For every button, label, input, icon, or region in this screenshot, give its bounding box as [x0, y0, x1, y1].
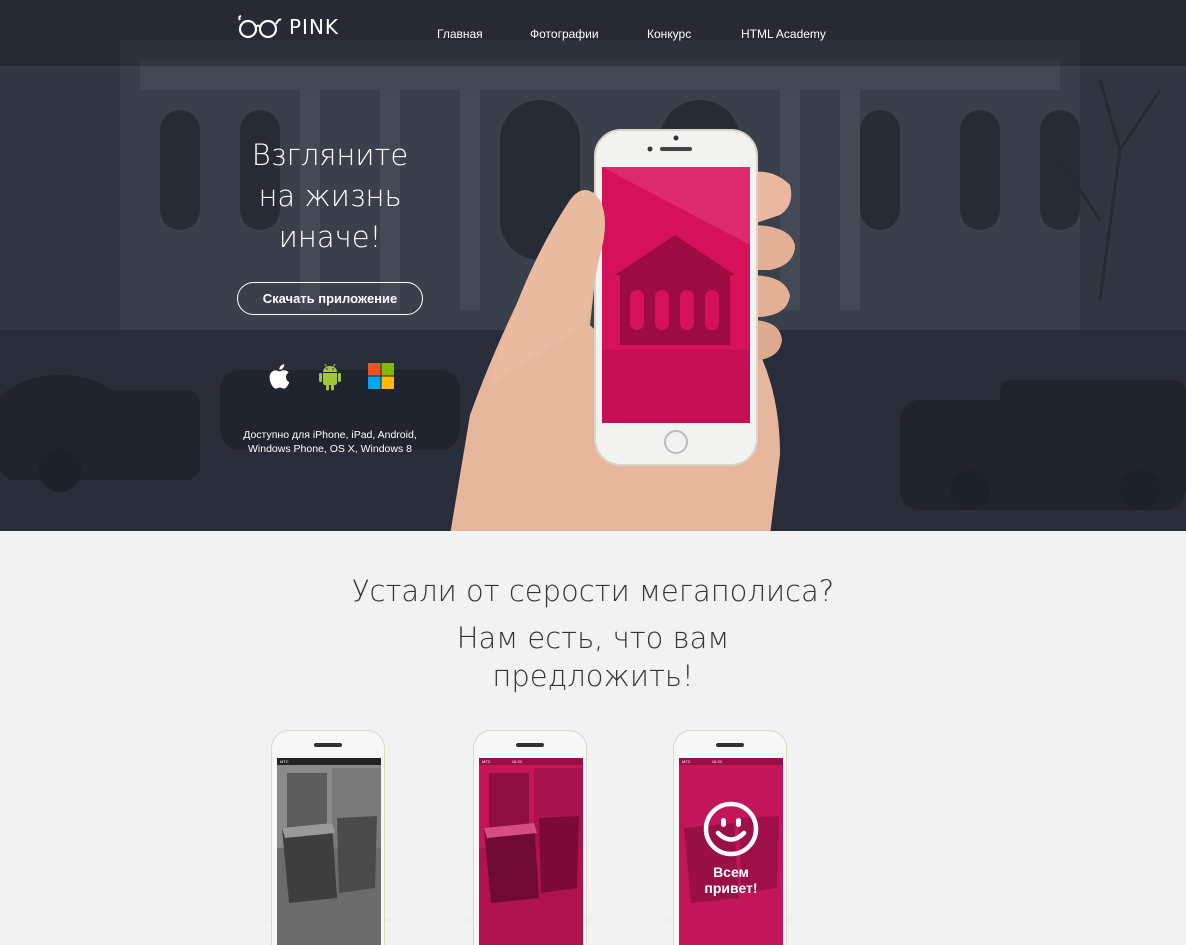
site-header: PINK Главная Фотографии Конкурс HTML Aca… [0, 0, 1186, 66]
promo-title: Устали от серости мегаполиса? [351, 574, 835, 608]
phone-speaker [716, 743, 744, 747]
glasses-logo-icon [238, 15, 282, 39]
status-time: 16:20 [711, 759, 722, 764]
phone-status-carrier: МТС [280, 759, 289, 764]
phone-mockup-pink: МТС 16:20 [473, 730, 587, 945]
phone-mockup-bw: МТС [271, 730, 385, 945]
promo-subtitle: Нам есть, что вам предложить! [0, 619, 1186, 695]
photo-bw-image [277, 758, 381, 945]
hero-section: PINK Главная Фотографии Конкурс HTML Aca… [0, 0, 1186, 531]
status-time: 16:20 [511, 759, 522, 764]
smile-icon [703, 801, 759, 857]
hero-title: Взгляните на жизнь иначе! [230, 135, 430, 258]
hero-title-line: Взгляните [251, 138, 409, 172]
nav-item-photos[interactable]: Фотографии [530, 27, 599, 41]
logo[interactable]: PINK [237, 14, 339, 40]
nav-item-html-academy[interactable]: HTML Academy [741, 27, 826, 41]
availability-text: Доступно для iPhone, iPad, Android, Wind… [220, 428, 440, 456]
apple-icon[interactable] [264, 360, 296, 392]
hand-holding-phone-image [450, 129, 795, 531]
hero-title-line: иначе! [278, 220, 382, 254]
phone-status-carrier: МТС 16:20 [479, 758, 583, 765]
promo-subtitle-line: предложить! [492, 659, 694, 693]
availability-line: Доступно для iPhone, iPad, Android, [243, 429, 417, 441]
phone-speaker [314, 743, 342, 747]
availability-line: Windows Phone, OS X, Windows 8 [248, 443, 412, 455]
status-carrier: МТС [682, 759, 691, 764]
nav-item-main[interactable]: Главная [437, 27, 483, 41]
greeting-line: Всем [713, 864, 749, 880]
phone-screen: Всем привет! МТС 16:20 [679, 758, 783, 945]
phone-speaker [516, 743, 544, 747]
greeting-text: Всем привет! [679, 864, 783, 896]
photo-pink-image [479, 758, 583, 945]
phone-status-carrier: МТС 16:20 [679, 758, 783, 765]
logo-text: PINK [289, 15, 340, 39]
promo-subtitle-line: Нам есть, что вам [456, 621, 730, 655]
status-carrier: МТС [482, 759, 491, 764]
phone-mockup-greeting: Всем привет! МТС 16:20 [673, 730, 787, 945]
android-icon[interactable] [314, 360, 346, 392]
greeting-line: привет! [704, 880, 758, 896]
phone-screen: МТС [277, 758, 381, 945]
download-app-button[interactable]: Скачать приложение [237, 282, 423, 315]
platform-icons [264, 360, 404, 392]
hero-title-line: на жизнь [258, 179, 402, 213]
nav-item-contest[interactable]: Конкурс [647, 27, 691, 41]
phone-screen: МТС 16:20 [479, 758, 583, 945]
windows-icon[interactable] [365, 360, 397, 392]
